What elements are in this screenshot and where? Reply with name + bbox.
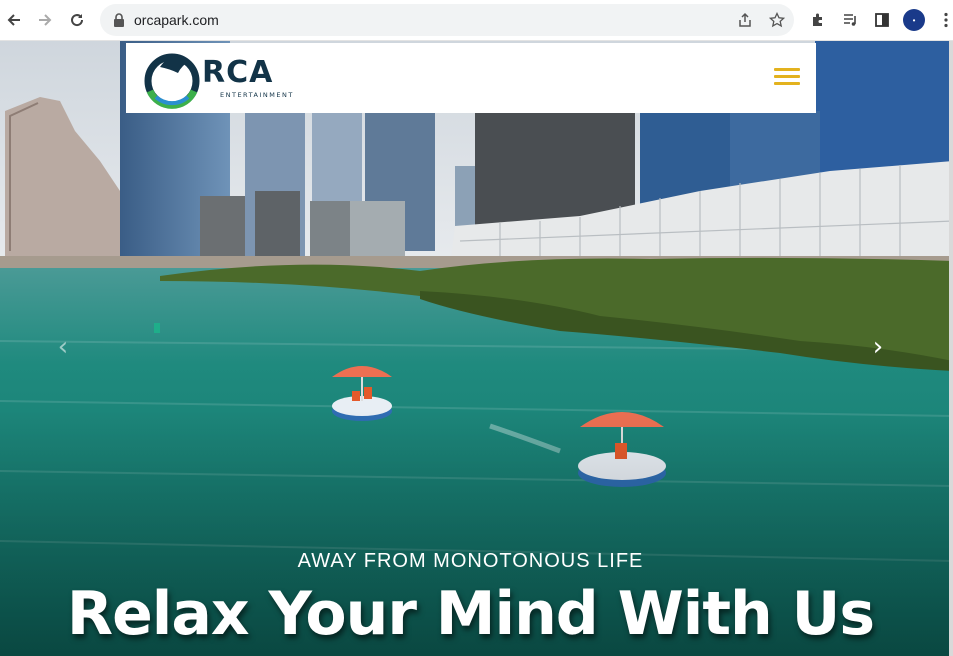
media-queue-icon[interactable] bbox=[840, 10, 860, 30]
forward-button[interactable] bbox=[33, 8, 57, 32]
reload-icon bbox=[71, 14, 84, 27]
browser-toolbar: orcapark.com • bbox=[0, 0, 953, 41]
side-panel-icon[interactable] bbox=[872, 10, 892, 30]
avatar-glyph: • bbox=[912, 15, 916, 25]
page-viewport: RCA ENTERTAINMENT ‹ › AWAY FROM MONOTONO… bbox=[0, 41, 953, 656]
address-bar[interactable]: orcapark.com bbox=[100, 4, 794, 36]
back-button[interactable] bbox=[2, 8, 26, 32]
share-icon[interactable] bbox=[736, 11, 754, 29]
orca-logo[interactable]: RCA ENTERTAINMENT bbox=[142, 47, 292, 109]
lock-icon[interactable] bbox=[110, 11, 128, 29]
hamburger-line bbox=[774, 75, 800, 78]
kebab-menu-icon[interactable] bbox=[936, 10, 953, 30]
profile-avatar[interactable]: • bbox=[903, 9, 925, 31]
hamburger-line bbox=[774, 82, 800, 85]
page-scrollbar[interactable] bbox=[949, 41, 953, 656]
logo-wordmark: RCA bbox=[202, 55, 274, 90]
extensions-puzzle-icon[interactable] bbox=[808, 10, 828, 30]
bookmark-star-icon[interactable] bbox=[768, 11, 786, 29]
url-text[interactable]: orcapark.com bbox=[134, 12, 219, 28]
carousel-prev-arrow-icon[interactable]: ‹ bbox=[53, 332, 73, 362]
back-arrow-icon bbox=[7, 14, 20, 26]
orca-logo-mark-icon bbox=[144, 53, 200, 109]
hamburger-menu-button[interactable] bbox=[774, 68, 800, 88]
hero-subtitle: AWAY FROM MONOTONOUS LIFE bbox=[297, 550, 644, 572]
forward-arrow-icon bbox=[39, 14, 52, 26]
reload-button[interactable] bbox=[65, 8, 89, 32]
carousel-next-arrow-icon[interactable]: › bbox=[868, 332, 888, 362]
hamburger-line bbox=[774, 68, 800, 71]
hero-headline: Relax Your Mind With Us bbox=[66, 579, 875, 649]
logo-subtext: ENTERTAINMENT bbox=[220, 91, 294, 99]
site-header: RCA ENTERTAINMENT bbox=[126, 43, 816, 113]
